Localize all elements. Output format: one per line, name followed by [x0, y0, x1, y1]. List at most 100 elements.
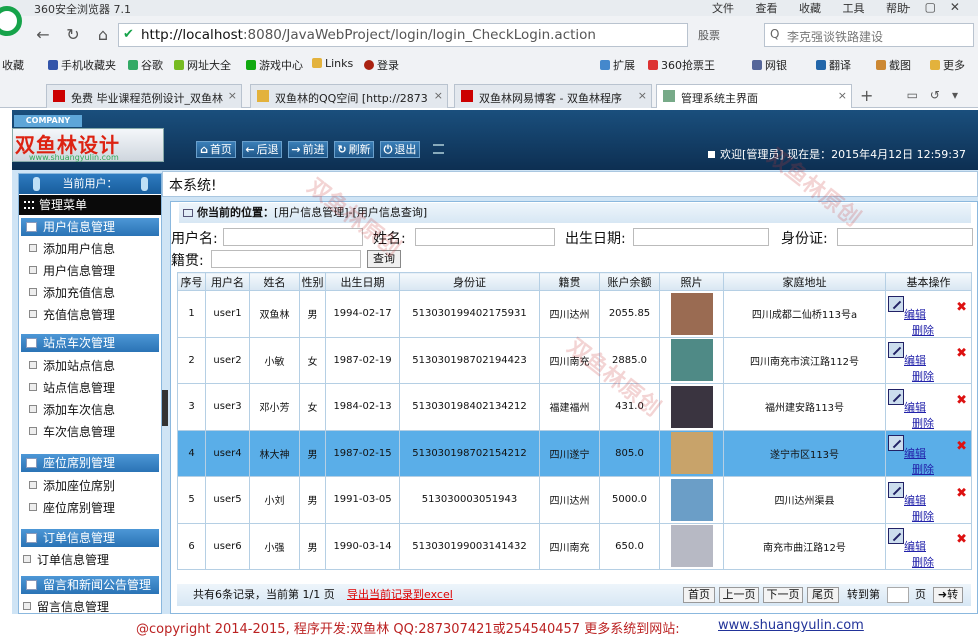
- table-row[interactable]: 4 user4 林大神男 1987-02-15 513030198702154212 四川…: [177, 429, 972, 477]
- edit-icon[interactable]: [888, 528, 904, 545]
- menu-message-manage[interactable]: 留言信息管理: [23, 598, 109, 615]
- delete-link[interactable]: 删除: [912, 415, 934, 429]
- delete-link[interactable]: 删除: [912, 368, 934, 382]
- bookmark-item[interactable]: 收藏: [2, 57, 24, 73]
- edit-link[interactable]: 编辑: [904, 306, 926, 322]
- refresh-button[interactable]: ↻ 刷新: [334, 141, 374, 158]
- bookmark-item[interactable]: Links: [312, 57, 353, 70]
- prev-page-button[interactable]: 上一页: [719, 587, 759, 603]
- last-page-button[interactable]: 尾页: [807, 587, 839, 603]
- edit-icon[interactable]: [888, 481, 904, 498]
- menu-user-manage[interactable]: 用户信息管理: [29, 262, 115, 279]
- menu-tools[interactable]: 工具: [843, 2, 865, 15]
- close-icon[interactable]: ×: [434, 89, 443, 102]
- menu-view[interactable]: 查看: [756, 2, 778, 15]
- window-controls[interactable]: –▢✕: [905, 0, 974, 14]
- menu-favorites[interactable]: 收藏: [799, 2, 821, 15]
- edit-icon[interactable]: [888, 295, 904, 312]
- menu-add-user[interactable]: 添加用户信息: [29, 240, 115, 257]
- menu-file[interactable]: 文件: [712, 2, 734, 15]
- delete-icon[interactable]: ✖: [956, 300, 967, 315]
- refresh-icon[interactable]: ↻: [62, 24, 84, 46]
- menu-recharge-manage[interactable]: 充值信息管理: [29, 306, 115, 323]
- close-icon[interactable]: ×: [838, 89, 847, 102]
- site-link[interactable]: www.shuangyulin.com: [718, 618, 864, 633]
- group-station-train[interactable]: 站点车次管理: [21, 334, 159, 352]
- close-icon[interactable]: ×: [228, 89, 237, 102]
- menu-station-manage[interactable]: 站点信息管理: [29, 379, 115, 396]
- menu-train-manage[interactable]: 车次信息管理: [29, 423, 115, 440]
- idcard-input[interactable]: [837, 228, 973, 246]
- home-icon[interactable]: ⌂: [92, 24, 114, 46]
- sidebar-splitter[interactable]: [162, 390, 168, 426]
- edit-link[interactable]: 编辑: [904, 538, 926, 554]
- bookmark-item[interactable]: 登录: [364, 57, 399, 73]
- delete-icon[interactable]: ✖: [956, 532, 967, 547]
- menu-add-recharge[interactable]: 添加充值信息: [29, 284, 115, 301]
- search-input[interactable]: Q 李克强谈铁路建设: [764, 23, 974, 47]
- edit-icon[interactable]: [888, 435, 904, 452]
- page-number-input[interactable]: [887, 587, 909, 603]
- hometown-input[interactable]: [211, 250, 361, 268]
- bookmark-item[interactable]: 翻译: [816, 57, 851, 73]
- menu-add-station[interactable]: 添加站点信息: [29, 357, 115, 374]
- tab-item[interactable]: 免费 毕业课程范例设计_双鱼林 ×: [46, 84, 242, 108]
- table-row[interactable]: 6 user6 小强男 1990-03-14 513030199003141432 四川南…: [177, 522, 972, 570]
- name-input[interactable]: [415, 228, 555, 246]
- tab-item[interactable]: 双鱼林的QQ空间 [http://2873 ×: [250, 84, 448, 108]
- stock-extension[interactable]: 股票: [698, 27, 720, 43]
- birthday-input[interactable]: [633, 228, 769, 246]
- table-row[interactable]: 5 user5 小刘男 1991-03-05 513030003051943 四川达州 50…: [177, 476, 972, 524]
- edit-icon[interactable]: [888, 342, 904, 359]
- logout-button[interactable]: ⏻ 退出: [380, 141, 420, 158]
- tab-tools-icon[interactable]: ▭↺▾: [907, 88, 970, 102]
- group-message-news[interactable]: 留言和新闻公告管理: [21, 576, 159, 594]
- edit-link[interactable]: 编辑: [904, 352, 926, 368]
- menu-add-train[interactable]: 添加车次信息: [29, 401, 115, 418]
- menu-order-manage[interactable]: 订单信息管理: [23, 551, 109, 568]
- username-input[interactable]: [223, 228, 363, 246]
- table-row[interactable]: 3 user3 邓小芳女 1984-02-13 513030198402134212 福建…: [177, 383, 972, 431]
- bookmark-item[interactable]: 手机收藏夹: [48, 57, 116, 73]
- delete-icon[interactable]: ✖: [956, 393, 967, 408]
- bookmark-item[interactable]: 网银: [752, 57, 787, 73]
- delete-icon[interactable]: ✖: [956, 439, 967, 454]
- next-page-button[interactable]: 下一页: [763, 587, 803, 603]
- home-button[interactable]: ⌂ 首页: [196, 141, 236, 158]
- first-page-button[interactable]: 首页: [683, 587, 715, 603]
- new-tab-icon[interactable]: +: [860, 86, 873, 105]
- menu-seat-manage[interactable]: 座位席别管理: [29, 499, 115, 516]
- menu-add-seat[interactable]: 添加座位席别: [29, 477, 115, 494]
- edit-link[interactable]: 编辑: [904, 445, 926, 461]
- query-button[interactable]: 查询: [367, 250, 401, 268]
- delete-link[interactable]: 删除: [912, 461, 934, 475]
- back-icon[interactable]: ←: [32, 24, 54, 46]
- back-button[interactable]: ← 后退: [242, 141, 282, 158]
- forward-button[interactable]: → 前进: [288, 141, 328, 158]
- delete-link[interactable]: 删除: [912, 554, 934, 568]
- bookmark-item[interactable]: 更多: [930, 57, 965, 73]
- delete-icon[interactable]: ✖: [956, 486, 967, 501]
- edit-link[interactable]: 编辑: [904, 492, 926, 508]
- edit-link[interactable]: 编辑: [904, 399, 926, 415]
- bookmark-item[interactable]: 截图: [876, 57, 911, 73]
- group-user-info[interactable]: 用户信息管理: [21, 218, 159, 236]
- table-row[interactable]: 1 user1 双鱼林男 1994-02-17 513030199402175931 四川…: [177, 290, 972, 338]
- bookmark-item[interactable]: 谷歌: [128, 57, 163, 73]
- export-excel-link[interactable]: 导出当前记录到excel: [347, 584, 453, 606]
- bookmark-item[interactable]: 网址大全: [174, 57, 231, 73]
- bookmark-item[interactable]: 游戏中心: [246, 57, 303, 73]
- go-button[interactable]: ➜转: [933, 587, 963, 603]
- tab-item[interactable]: 双鱼林网易博客 - 双鱼林程序 ×: [454, 84, 652, 108]
- group-order[interactable]: 订单信息管理: [21, 529, 159, 547]
- address-bar[interactable]: ✔ http://localhost:8080/JavaWebProject/l…: [118, 23, 688, 47]
- delete-link[interactable]: 删除: [912, 508, 934, 522]
- bookmark-item[interactable]: 360抢票王: [648, 57, 715, 73]
- delete-link[interactable]: 删除: [912, 322, 934, 336]
- bookmark-item[interactable]: 扩展: [600, 57, 635, 73]
- group-seat[interactable]: 座位席别管理: [21, 454, 159, 472]
- delete-icon[interactable]: ✖: [956, 346, 967, 361]
- close-icon[interactable]: ×: [638, 89, 647, 102]
- tab-item-active[interactable]: 管理系统主界面 ×: [656, 84, 852, 108]
- edit-icon[interactable]: [888, 388, 904, 405]
